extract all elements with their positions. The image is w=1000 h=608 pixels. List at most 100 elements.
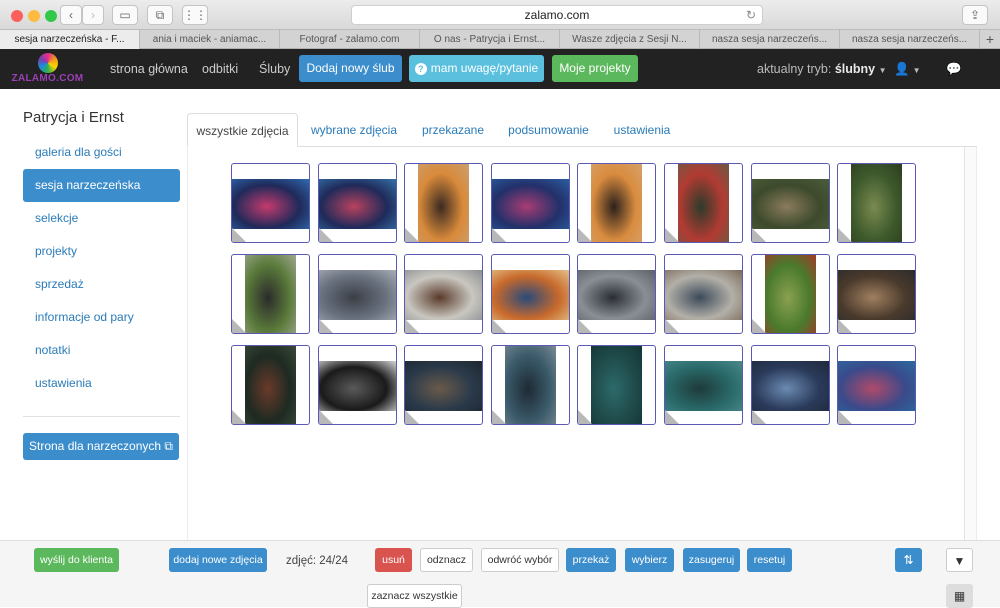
photo-thumbnail[interactable] bbox=[837, 345, 916, 425]
select-corner-icon[interactable] bbox=[838, 319, 852, 333]
sidebar-item-projects[interactable]: projekty bbox=[23, 235, 180, 268]
browser-tab[interactable]: ania i maciek - aniamac... bbox=[140, 30, 280, 49]
photo-thumbnail[interactable] bbox=[664, 163, 743, 243]
select-corner-icon[interactable] bbox=[405, 319, 419, 333]
add-photos-button[interactable]: dodaj nowe zdjęcia bbox=[169, 548, 267, 572]
tab-selected-photos[interactable]: wybrane zdjęcia bbox=[305, 113, 403, 147]
select-corner-icon[interactable] bbox=[405, 410, 419, 424]
messages-icon[interactable]: 💬 bbox=[946, 49, 962, 89]
sidebar-item-settings[interactable]: ustawienia bbox=[23, 367, 180, 400]
sidebar-item-notes[interactable]: notatki bbox=[23, 334, 180, 367]
select-corner-icon[interactable] bbox=[232, 228, 246, 242]
photo-thumbnail[interactable] bbox=[577, 254, 656, 334]
add-wedding-button[interactable]: Dodaj nowy ślub bbox=[299, 55, 402, 82]
unmark-button[interactable]: odznacz bbox=[420, 548, 473, 572]
select-corner-icon[interactable] bbox=[578, 319, 592, 333]
select-corner-icon[interactable] bbox=[492, 319, 506, 333]
select-corner-icon[interactable] bbox=[232, 410, 246, 424]
photo-thumbnail[interactable] bbox=[231, 254, 310, 334]
zoom-window-icon[interactable] bbox=[45, 10, 57, 22]
share-icon[interactable]: ⇪ bbox=[962, 5, 988, 25]
select-corner-icon[interactable] bbox=[405, 228, 419, 242]
minimize-window-icon[interactable] bbox=[28, 10, 40, 22]
photo-thumbnail[interactable] bbox=[577, 163, 656, 243]
nav-weddings-link[interactable]: Śluby bbox=[259, 49, 290, 89]
filter-icon[interactable]: ▼ bbox=[946, 548, 973, 572]
feedback-button[interactable]: ? mam uwagę/pytanie bbox=[409, 55, 544, 82]
select-corner-icon[interactable] bbox=[838, 410, 852, 424]
tab-all-photos[interactable]: wszystkie zdjęcia bbox=[187, 113, 298, 147]
select-corner-icon[interactable] bbox=[752, 228, 766, 242]
photo-thumbnail[interactable] bbox=[404, 163, 483, 243]
sidebar-item-selections[interactable]: selekcje bbox=[23, 202, 180, 235]
select-button[interactable]: wybierz bbox=[625, 548, 674, 572]
photo-thumbnail[interactable] bbox=[318, 345, 397, 425]
photo-thumbnail[interactable] bbox=[751, 163, 830, 243]
nav-home-link[interactable]: strona główna bbox=[110, 49, 188, 89]
browser-tab[interactable]: nasza sesja narzeczeńs... bbox=[700, 30, 840, 49]
delete-button[interactable]: usuń bbox=[375, 548, 412, 572]
photo-thumbnail[interactable] bbox=[231, 163, 310, 243]
nav-prints-link[interactable]: odbitki bbox=[202, 49, 238, 89]
select-corner-icon[interactable] bbox=[319, 319, 333, 333]
photo-thumbnail[interactable] bbox=[491, 345, 570, 425]
select-corner-icon[interactable] bbox=[492, 410, 506, 424]
mode-dropdown[interactable]: aktualny tryb: ślubny ▼ bbox=[757, 49, 887, 89]
new-tab-button[interactable]: + bbox=[980, 30, 1000, 49]
tab-transferred[interactable]: przekazane bbox=[413, 113, 493, 147]
sidebar-item-engagement-session[interactable]: sesja narzeczeńska bbox=[23, 169, 180, 202]
browser-tab[interactable]: O nas - Patrycja i Ernst... bbox=[420, 30, 560, 49]
select-corner-icon[interactable] bbox=[578, 228, 592, 242]
select-corner-icon[interactable] bbox=[752, 410, 766, 424]
select-corner-icon[interactable] bbox=[232, 319, 246, 333]
sidebar-item-sales[interactable]: sprzedaż bbox=[23, 268, 180, 301]
photo-thumbnail[interactable] bbox=[664, 345, 743, 425]
select-corner-icon[interactable] bbox=[752, 319, 766, 333]
gallery-scrollbar[interactable] bbox=[964, 147, 976, 540]
sidebar-item-couple-info[interactable]: informacje od pary bbox=[23, 301, 180, 334]
photo-thumbnail[interactable] bbox=[491, 163, 570, 243]
address-bar[interactable]: zalamo.com ↻ bbox=[351, 5, 763, 25]
reset-button[interactable]: resetuj bbox=[747, 548, 792, 572]
photo-thumbnail[interactable] bbox=[664, 254, 743, 334]
photo-thumbnail[interactable] bbox=[577, 345, 656, 425]
transfer-button[interactable]: przekaż bbox=[566, 548, 616, 572]
photo-thumbnail[interactable] bbox=[404, 254, 483, 334]
photo-thumbnail[interactable] bbox=[751, 345, 830, 425]
photo-thumbnail[interactable] bbox=[837, 163, 916, 243]
select-corner-icon[interactable] bbox=[492, 228, 506, 242]
photo-thumbnail[interactable] bbox=[231, 345, 310, 425]
sort-icon[interactable]: ⇅ bbox=[895, 548, 922, 572]
photo-thumbnail[interactable] bbox=[837, 254, 916, 334]
select-corner-icon[interactable] bbox=[665, 319, 679, 333]
photo-thumbnail[interactable] bbox=[491, 254, 570, 334]
back-icon[interactable]: ‹ bbox=[60, 5, 82, 25]
tab-overview-icon[interactable]: ⧉ bbox=[147, 5, 173, 25]
select-corner-icon[interactable] bbox=[319, 410, 333, 424]
photo-thumbnail[interactable] bbox=[751, 254, 830, 334]
send-to-client-button[interactable]: wyślij do klienta bbox=[34, 548, 119, 572]
tab-settings[interactable]: ustawienia bbox=[606, 113, 678, 147]
tab-summary[interactable]: podsumowanie bbox=[501, 113, 596, 147]
top-sites-grid-icon[interactable]: ⋮⋮ bbox=[182, 5, 208, 25]
couple-page-button[interactable]: Strona dla narzeczonych ⧉ bbox=[23, 433, 179, 460]
select-corner-icon[interactable] bbox=[578, 410, 592, 424]
user-menu[interactable]: 👤 ▼ bbox=[894, 49, 921, 89]
select-corner-icon[interactable] bbox=[838, 228, 852, 242]
grid-view-icon[interactable]: ▦ bbox=[946, 584, 973, 608]
select-corner-icon[interactable] bbox=[665, 228, 679, 242]
browser-tab[interactable]: nasza sesja narzeczeńs... bbox=[840, 30, 980, 49]
photo-thumbnail[interactable] bbox=[318, 254, 397, 334]
zalamo-logo[interactable]: ZALAMO.COM bbox=[5, 52, 90, 86]
select-all-button[interactable]: zaznacz wszystkie bbox=[367, 584, 462, 608]
close-window-icon[interactable] bbox=[11, 10, 23, 22]
invert-selection-button[interactable]: odwróć wybór bbox=[481, 548, 559, 572]
suggest-button[interactable]: zasugeruj bbox=[683, 548, 740, 572]
browser-tab[interactable]: Fotograf - zalamo.com bbox=[280, 30, 420, 49]
browser-tab[interactable]: sesja narzeczeńska - F... bbox=[0, 30, 140, 49]
sidebar-item-guest-gallery[interactable]: galeria dla gości bbox=[23, 136, 180, 169]
my-projects-button[interactable]: Moje projekty bbox=[552, 55, 638, 82]
select-corner-icon[interactable] bbox=[319, 228, 333, 242]
photo-thumbnail[interactable] bbox=[404, 345, 483, 425]
reload-icon[interactable]: ↻ bbox=[746, 6, 756, 24]
